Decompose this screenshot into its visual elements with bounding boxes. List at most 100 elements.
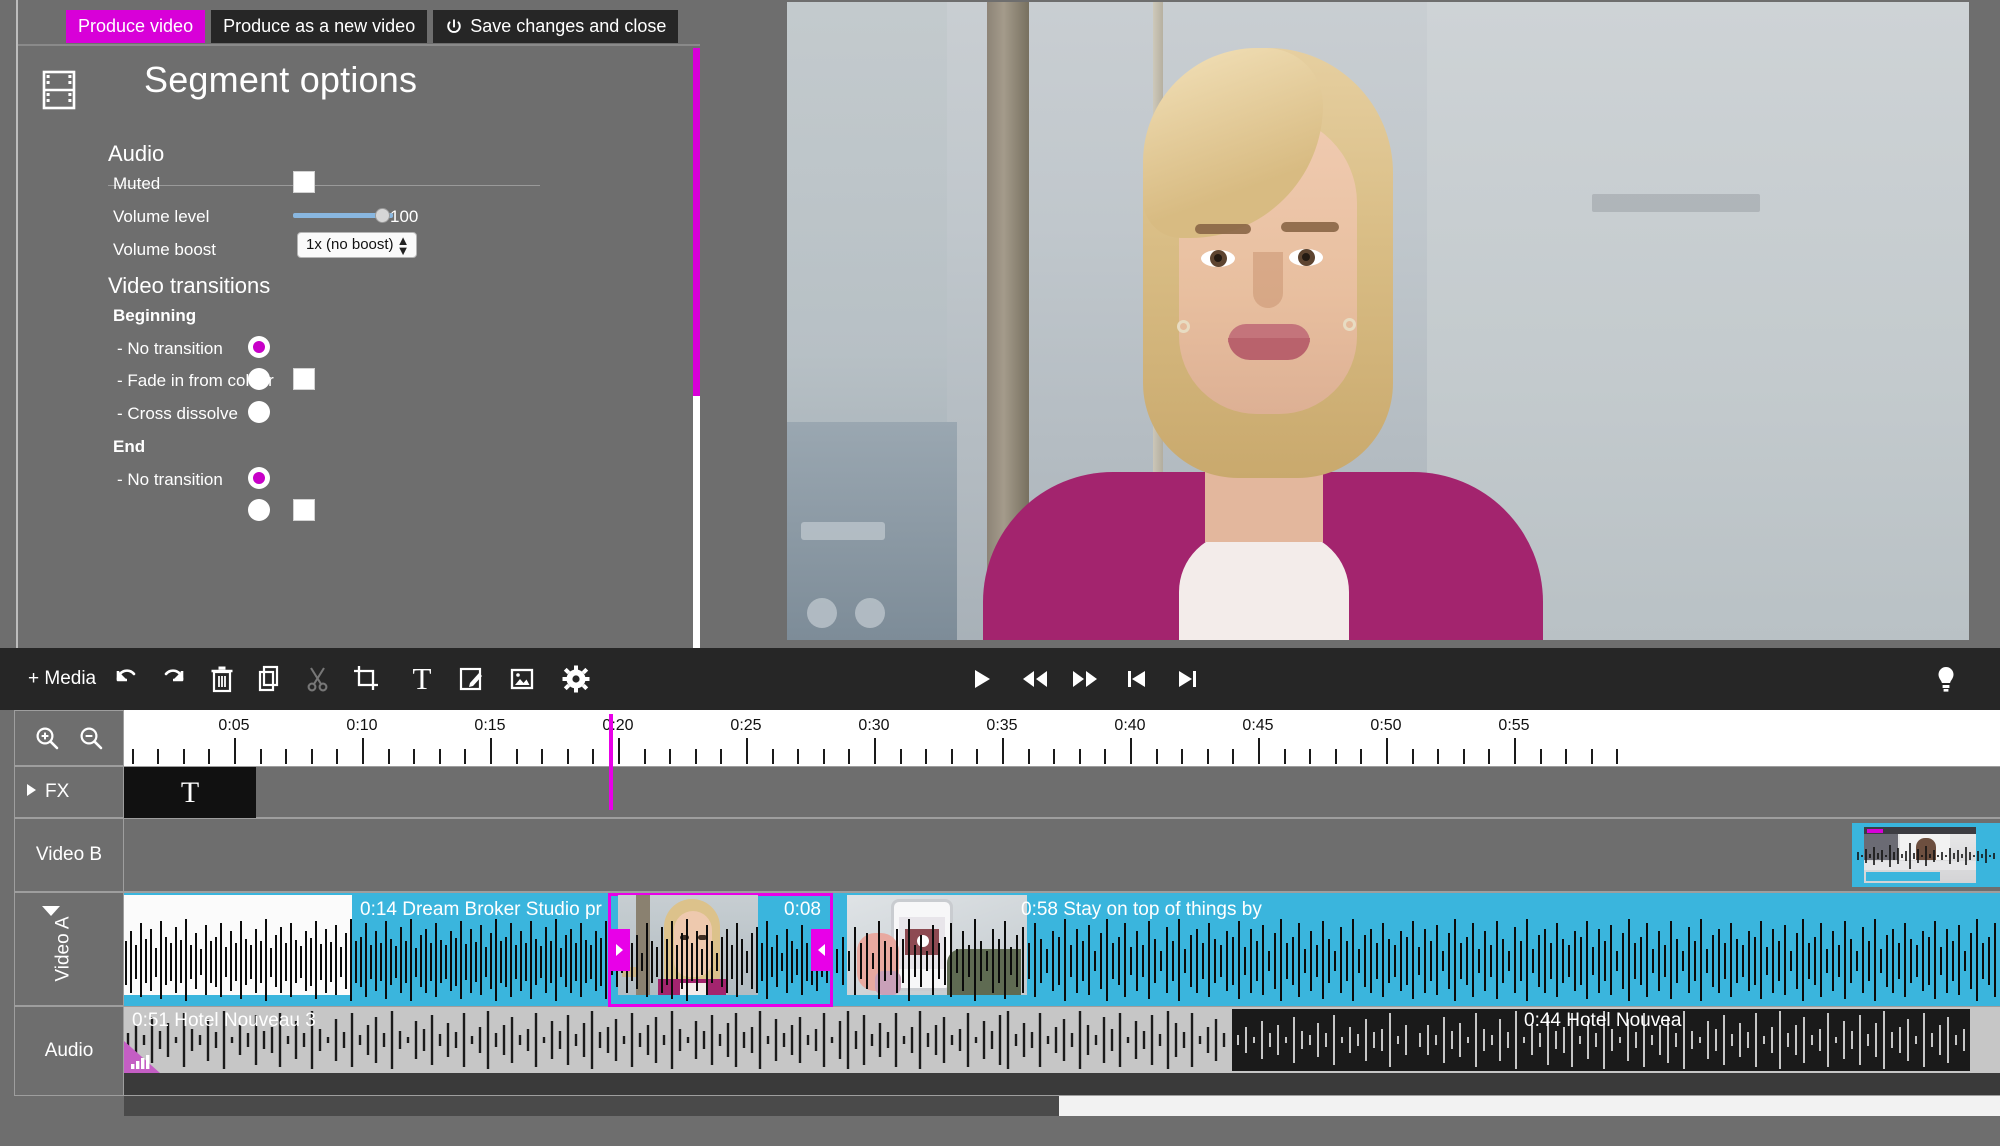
ruler-tick-minor [157, 749, 160, 764]
trash-icon[interactable] [200, 648, 244, 710]
track-label-audio[interactable]: Audio [14, 1006, 124, 1096]
timeline-horizontal-scrollbar[interactable] [124, 1096, 2000, 1116]
produce-video-label: Produce video [78, 16, 194, 36]
track-lane-video-b[interactable] [124, 818, 2000, 892]
save-changes-and-close-label: Save changes and close [470, 16, 667, 36]
video-a-clip-1[interactable]: 0:14 Dream Broker Studio pr [124, 893, 608, 1007]
ruler-tick-label: 0:05 [218, 717, 250, 734]
timeline-ruler[interactable]: 0:05 0:10 0:15 0:20 0:25 0:30 0:35 0:40 0:45 0:50… [124, 710, 2000, 766]
track-label-video-b[interactable]: Video B [14, 818, 124, 892]
panel-left-border [16, 0, 18, 648]
video-a-clip-2-selected[interactable]: 0:08 [608, 893, 833, 1007]
ruler-tick-minor [1411, 749, 1414, 764]
annotate-icon[interactable] [450, 648, 494, 710]
track-lane-audio[interactable]: 0:51 Hotel Nouveau 3 0:44 Hotel Nouvea [124, 1006, 2000, 1096]
ruler-tick-major [618, 738, 620, 764]
produce-as-new-video-button[interactable]: Produce as a new video [211, 10, 428, 43]
muted-label: Muted [113, 174, 161, 193]
volume-slider-thumb[interactable] [375, 208, 390, 223]
ruler-tick-minor [464, 749, 467, 764]
ruler-tick-minor [1053, 749, 1056, 764]
lightbulb-icon[interactable] [1934, 648, 1958, 710]
ruler-tick-minor [899, 749, 902, 764]
crop-icon[interactable] [344, 648, 388, 710]
ruler-tick-minor [720, 749, 723, 764]
muted-checkbox[interactable] [293, 171, 315, 193]
trim-handle-left[interactable] [608, 929, 630, 971]
end-no-transition-radio[interactable] [248, 467, 270, 489]
zoom-out-icon[interactable] [78, 725, 104, 751]
play-icon[interactable] [960, 648, 1004, 710]
track-label-audio-text: Audio [44, 1040, 94, 1061]
skip-end-icon[interactable] [1166, 648, 1210, 710]
duplicate-icon[interactable] [248, 648, 292, 710]
fx-text-clip[interactable]: T [124, 767, 256, 819]
rewind-icon[interactable] [1012, 648, 1058, 710]
track-lane-fx[interactable]: T [124, 766, 2000, 819]
preview-lip-lower [1228, 338, 1310, 360]
undo-icon[interactable] [104, 648, 148, 710]
add-media-button[interactable]: + Media [28, 648, 96, 710]
ruler-tick-minor [797, 749, 800, 764]
ruler-tick-minor [925, 749, 928, 764]
audio-level-bars-icon[interactable] [130, 1053, 152, 1073]
ruler-tick-minor [515, 749, 518, 764]
volume-boost-select[interactable]: 1x (no boost) ▲ ▼ [297, 232, 417, 258]
zoom-in-icon[interactable] [34, 725, 60, 751]
track-lane-video-a[interactable]: 0:14 Dream Broker Studio pr 0:08 0:58 St… [124, 892, 2000, 1007]
save-changes-and-close-button[interactable]: Save changes and close [433, 10, 679, 43]
beginning-subheading: Beginning [113, 306, 197, 325]
image-icon[interactable] [500, 648, 544, 710]
redo-icon[interactable] [152, 648, 196, 710]
audio-clip-1-waveform [126, 1009, 1414, 1071]
timeline-scrollbar-thumb[interactable] [124, 1096, 1059, 1116]
preview-earring-right [1343, 318, 1356, 331]
ruler-tick-minor [1283, 749, 1286, 764]
ruler-tick-minor [1078, 749, 1081, 764]
beginning-fade-in-radio[interactable] [248, 368, 270, 390]
track-label-video-b-text: Video B [35, 844, 103, 865]
track-label-video-a[interactable]: Video A [14, 892, 124, 1006]
video-editor-window: Produce video Produce as a new video Sav… [0, 0, 2000, 1146]
track-label-fx-text: FX [45, 781, 70, 802]
beginning-no-transition-radio[interactable] [248, 336, 270, 358]
volume-level-slider[interactable] [293, 204, 393, 226]
video-b-clip[interactable] [1852, 823, 2000, 887]
end-subheading: End [113, 437, 146, 456]
caret-right-icon[interactable] [25, 781, 37, 803]
top-action-bar: Produce video Produce as a new video Sav… [66, 10, 679, 43]
ruler-tick-minor [131, 749, 134, 764]
trim-handle-right[interactable] [811, 929, 833, 971]
ruler-tick-minor [669, 749, 672, 764]
preview-wall-sign [1592, 194, 1760, 212]
playhead-marker[interactable] [609, 758, 613, 810]
panel-divider [18, 44, 700, 46]
video-b-waveform [1857, 843, 1995, 869]
beginning-fade-colour-swatch[interactable] [293, 368, 315, 390]
audio-section-heading: Audio [108, 141, 165, 166]
produce-video-button[interactable]: Produce video [66, 10, 206, 43]
add-media-label: + Media [28, 668, 97, 689]
ruler-tick-major [490, 738, 492, 764]
ruler-tick-minor [1027, 749, 1030, 764]
video-preview-frame[interactable] [787, 2, 1969, 640]
beginning-cross-dissolve-label: - Cross dissolve [117, 404, 238, 423]
fast-forward-icon[interactable] [1062, 648, 1108, 710]
track-label-fx[interactable]: FX [14, 766, 124, 818]
preview-nose [1253, 252, 1283, 308]
video-a-clip-3[interactable]: 0:58 Stay on top of things by [833, 893, 2000, 1007]
video-transitions-heading: Video transitions [108, 273, 271, 298]
gear-icon[interactable] [554, 648, 598, 710]
audio-clip-1[interactable]: 0:51 Hotel Nouveau 3 [124, 1007, 1414, 1073]
end-fade-out-radio[interactable] [248, 499, 270, 521]
audio-clip-2[interactable]: 0:44 Hotel Nouvea [1414, 1007, 2000, 1073]
text-icon[interactable]: T [400, 648, 444, 710]
end-fade-colour-swatch[interactable] [293, 499, 315, 521]
ruler-tick-minor [336, 749, 339, 764]
skip-start-icon[interactable] [1114, 648, 1158, 710]
ruler-tick-major [1002, 738, 1004, 764]
volume-boost-label: Volume boost [113, 240, 217, 259]
beginning-cross-dissolve-radio[interactable] [248, 401, 270, 423]
scissors-icon[interactable] [296, 648, 340, 710]
ruler-tick-minor [1206, 749, 1209, 764]
